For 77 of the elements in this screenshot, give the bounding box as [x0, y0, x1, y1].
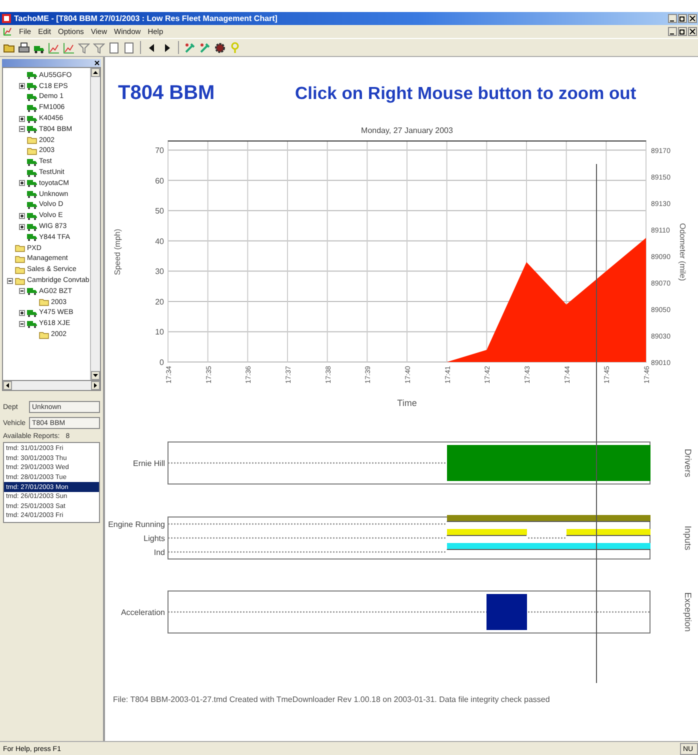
timeline-row-label: Ernie Hill: [132, 459, 165, 468]
truck-icon: [27, 92, 37, 101]
odometer-axis-title: Odometer (mile): [678, 223, 687, 281]
scroll-down-icon[interactable]: [91, 371, 100, 380]
page-icon[interactable]: [108, 42, 120, 54]
timeline-title: Exception: [683, 592, 693, 632]
open-folder-icon[interactable]: [3, 42, 15, 54]
expand-icon[interactable]: [19, 83, 25, 90]
expand-icon[interactable]: [19, 116, 25, 122]
print-icon[interactable]: [18, 42, 30, 54]
chart-title: Monday, 27 January 2003: [361, 126, 453, 135]
collapse-icon[interactable]: [19, 126, 25, 132]
minimize-icon[interactable]: [668, 27, 677, 36]
document-icon[interactable]: [3, 27, 12, 36]
y-tick-label: 40: [155, 236, 164, 246]
window-title: TachoME - [T804 BBM 27/01/2003 : Low Res Fleet Management Chart]: [14, 14, 278, 23]
truck-icon: [27, 125, 37, 134]
app-icon: [2, 14, 11, 23]
truck-icon: [27, 200, 37, 209]
truck-icon: [27, 104, 37, 112]
minimize-icon[interactable]: [668, 14, 677, 23]
truck-icon: [27, 179, 37, 188]
truck-icon: [27, 158, 37, 166]
close-icon[interactable]: [688, 14, 697, 23]
truck-icon: [27, 320, 37, 328]
horizontal-scrollbar[interactable]: [2, 381, 101, 391]
y-tick-label: 10: [155, 328, 164, 337]
tool-icon[interactable]: [184, 42, 196, 54]
timeline-title: Drivers: [683, 448, 693, 478]
expand-icon[interactable]: [19, 212, 25, 219]
truck-icon: [27, 82, 37, 90]
folder-icon: [39, 298, 49, 306]
collapse-icon[interactable]: [19, 288, 25, 294]
timeline-row-label: Engine Running: [108, 520, 165, 529]
tool-icon[interactable]: [199, 42, 211, 54]
filter-icon[interactable]: [93, 42, 105, 54]
y-tick-label: 50: [155, 206, 164, 216]
vertical-scrollbar[interactable]: [90, 68, 100, 380]
close-icon[interactable]: [94, 60, 100, 66]
chart-icon[interactable]: [63, 42, 75, 54]
expand-icon[interactable]: [19, 224, 25, 230]
collapse-icon[interactable]: [7, 278, 13, 284]
y-tick-label: 20: [155, 297, 164, 306]
file-info: File: T804 BBM-2003-01-27.tmd Created with TmeDownloader Rev 1.00.18 on 2003-01-31. Data file integrity check passed: [113, 695, 551, 704]
page-icon[interactable]: [123, 42, 135, 54]
zoom-hint: Click on Right Mouse button to zoom out: [295, 83, 636, 104]
truck-icon: [27, 212, 37, 220]
vehicle-heading: T804 BBM: [118, 82, 216, 105]
truck-icon: [27, 114, 37, 123]
truck-icon: [27, 190, 37, 198]
timeline-row-label: Ind: [154, 548, 165, 557]
filter-icon[interactable]: [78, 42, 90, 54]
truck-icon: [27, 287, 37, 296]
scroll-up-icon[interactable]: [91, 68, 100, 77]
truck-icon: [27, 233, 37, 242]
chart-icon[interactable]: [48, 42, 60, 54]
timeline-row-label: Lights: [144, 534, 165, 543]
y-tick-label: 0: [160, 358, 164, 367]
y-tick-label: 30: [155, 267, 164, 276]
expand-icon[interactable]: [19, 180, 25, 186]
truck-icon: [27, 222, 37, 231]
x-axis-title: Time: [397, 398, 417, 408]
close-icon[interactable]: [688, 27, 697, 36]
scroll-left-icon[interactable]: [3, 381, 12, 390]
collapse-icon[interactable]: [19, 320, 25, 327]
truck-icon: [27, 168, 37, 177]
gear-icon[interactable]: [214, 42, 226, 54]
timeline-row-label: Acceleration: [120, 608, 165, 617]
timeline-title: Inputs: [683, 526, 693, 550]
truck-icon: [27, 308, 37, 317]
y-tick-label: 60: [155, 176, 164, 186]
scroll-right-icon[interactable]: [91, 381, 100, 390]
y-axis-title: Speed (mph): [113, 228, 122, 276]
folder-icon: [39, 330, 49, 339]
expand-icon[interactable]: [19, 310, 25, 316]
y-tick-label: 70: [155, 146, 164, 156]
truck-icon: [27, 71, 37, 80]
